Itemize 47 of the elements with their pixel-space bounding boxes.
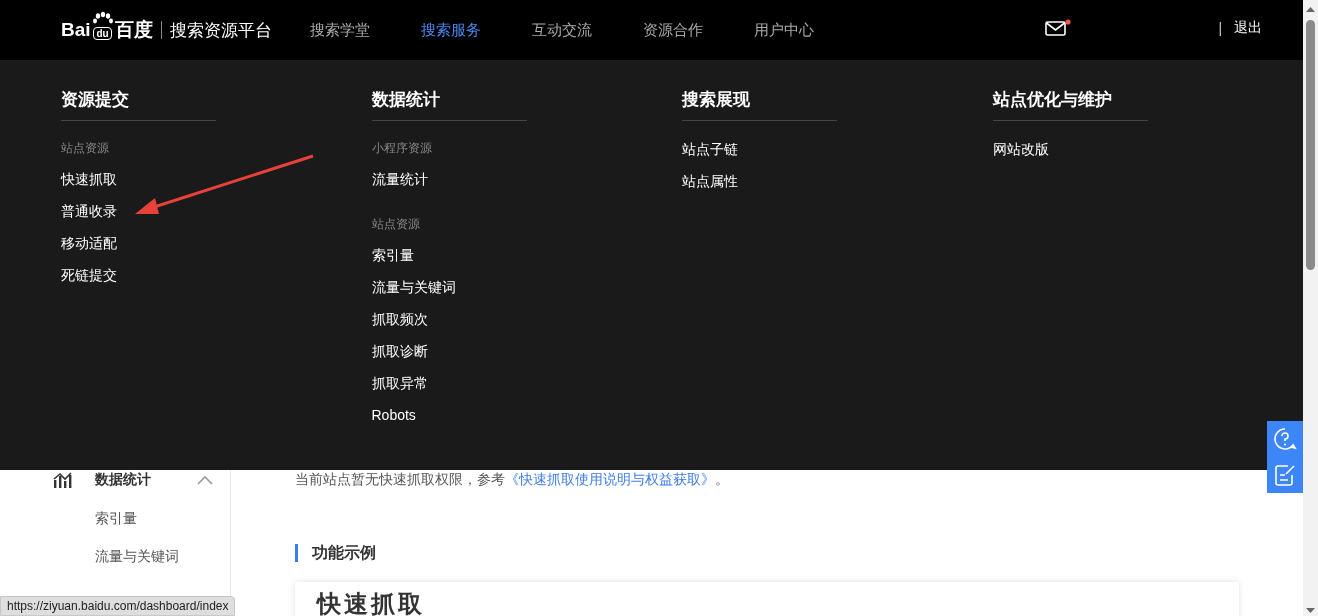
- platform-name: 搜索资源平台: [169, 19, 272, 42]
- nav-tab[interactable]: 用户中心: [753, 20, 814, 40]
- menu-heading: 搜索展现: [682, 90, 837, 121]
- menu-heading: 站点优化与维护: [992, 90, 1148, 121]
- nav-tab[interactable]: 互动交流: [531, 20, 592, 40]
- menu-item[interactable]: 快速抓取: [61, 170, 117, 188]
- menu-group-label: 站点资源: [61, 140, 109, 156]
- help-icon[interactable]: [1273, 427, 1297, 451]
- menu-group-label: 站点资源: [371, 216, 420, 232]
- sidebar-section-label: 数据统计: [95, 471, 151, 489]
- sidebar-item[interactable]: 索引量: [95, 509, 230, 527]
- scrollbar[interactable]: [1303, 0, 1318, 616]
- sidebar-item[interactable]: 流量与关键词: [95, 547, 230, 565]
- logout-link[interactable]: 退出: [1234, 19, 1263, 37]
- menu-heading: 数据统计: [371, 90, 527, 121]
- menu-item[interactable]: 流量与关键词: [371, 278, 456, 296]
- guide-link[interactable]: 《快速抓取使用说明与权益获取》: [505, 471, 715, 487]
- logo-text: Bai: [61, 19, 91, 41]
- logo-text: 百度: [114, 18, 153, 42]
- sidebar-section[interactable]: 数据统计: [53, 471, 213, 489]
- menu-item[interactable]: 抓取诊断: [371, 342, 428, 360]
- bar-chart-icon: [53, 472, 73, 488]
- separator-text: |: [1218, 20, 1223, 36]
- menu-item[interactable]: Robots: [371, 406, 416, 424]
- menu-item[interactable]: 普通收录: [61, 202, 117, 220]
- scrollbar-thumb[interactable]: [1306, 20, 1315, 270]
- example-title: 快速抓取: [317, 590, 426, 616]
- status-url: https://ziyuan.baidu.com/dashboard/index: [0, 596, 236, 616]
- mail-icon[interactable]: [1044, 19, 1071, 37]
- menu-heading: 资源提交: [61, 90, 216, 121]
- menu-group-label: 小程序资源: [371, 140, 432, 156]
- menu-item[interactable]: 抓取频次: [371, 310, 428, 328]
- scroll-up-icon[interactable]: [1303, 4, 1318, 14]
- nav-tab[interactable]: 资源合作: [642, 20, 703, 40]
- nav-tab[interactable]: 搜索学堂: [309, 20, 370, 40]
- menu-item[interactable]: 移动适配: [61, 234, 117, 252]
- menu-item[interactable]: 站点属性: [682, 172, 738, 190]
- menu-item[interactable]: 死链提交: [61, 266, 117, 284]
- menu-item[interactable]: 流量统计: [371, 170, 428, 188]
- menu-item[interactable]: 站点子链: [682, 140, 738, 158]
- edit-icon[interactable]: [1273, 463, 1297, 487]
- menu-item[interactable]: 索引量: [371, 246, 414, 264]
- nav-tab[interactable]: 搜索服务: [420, 20, 481, 40]
- menu-item[interactable]: 网站改版: [992, 140, 1049, 158]
- logo-badge-text: du: [93, 26, 112, 40]
- menu-item[interactable]: 抓取异常: [371, 374, 428, 392]
- scroll-down-icon[interactable]: [1303, 606, 1318, 616]
